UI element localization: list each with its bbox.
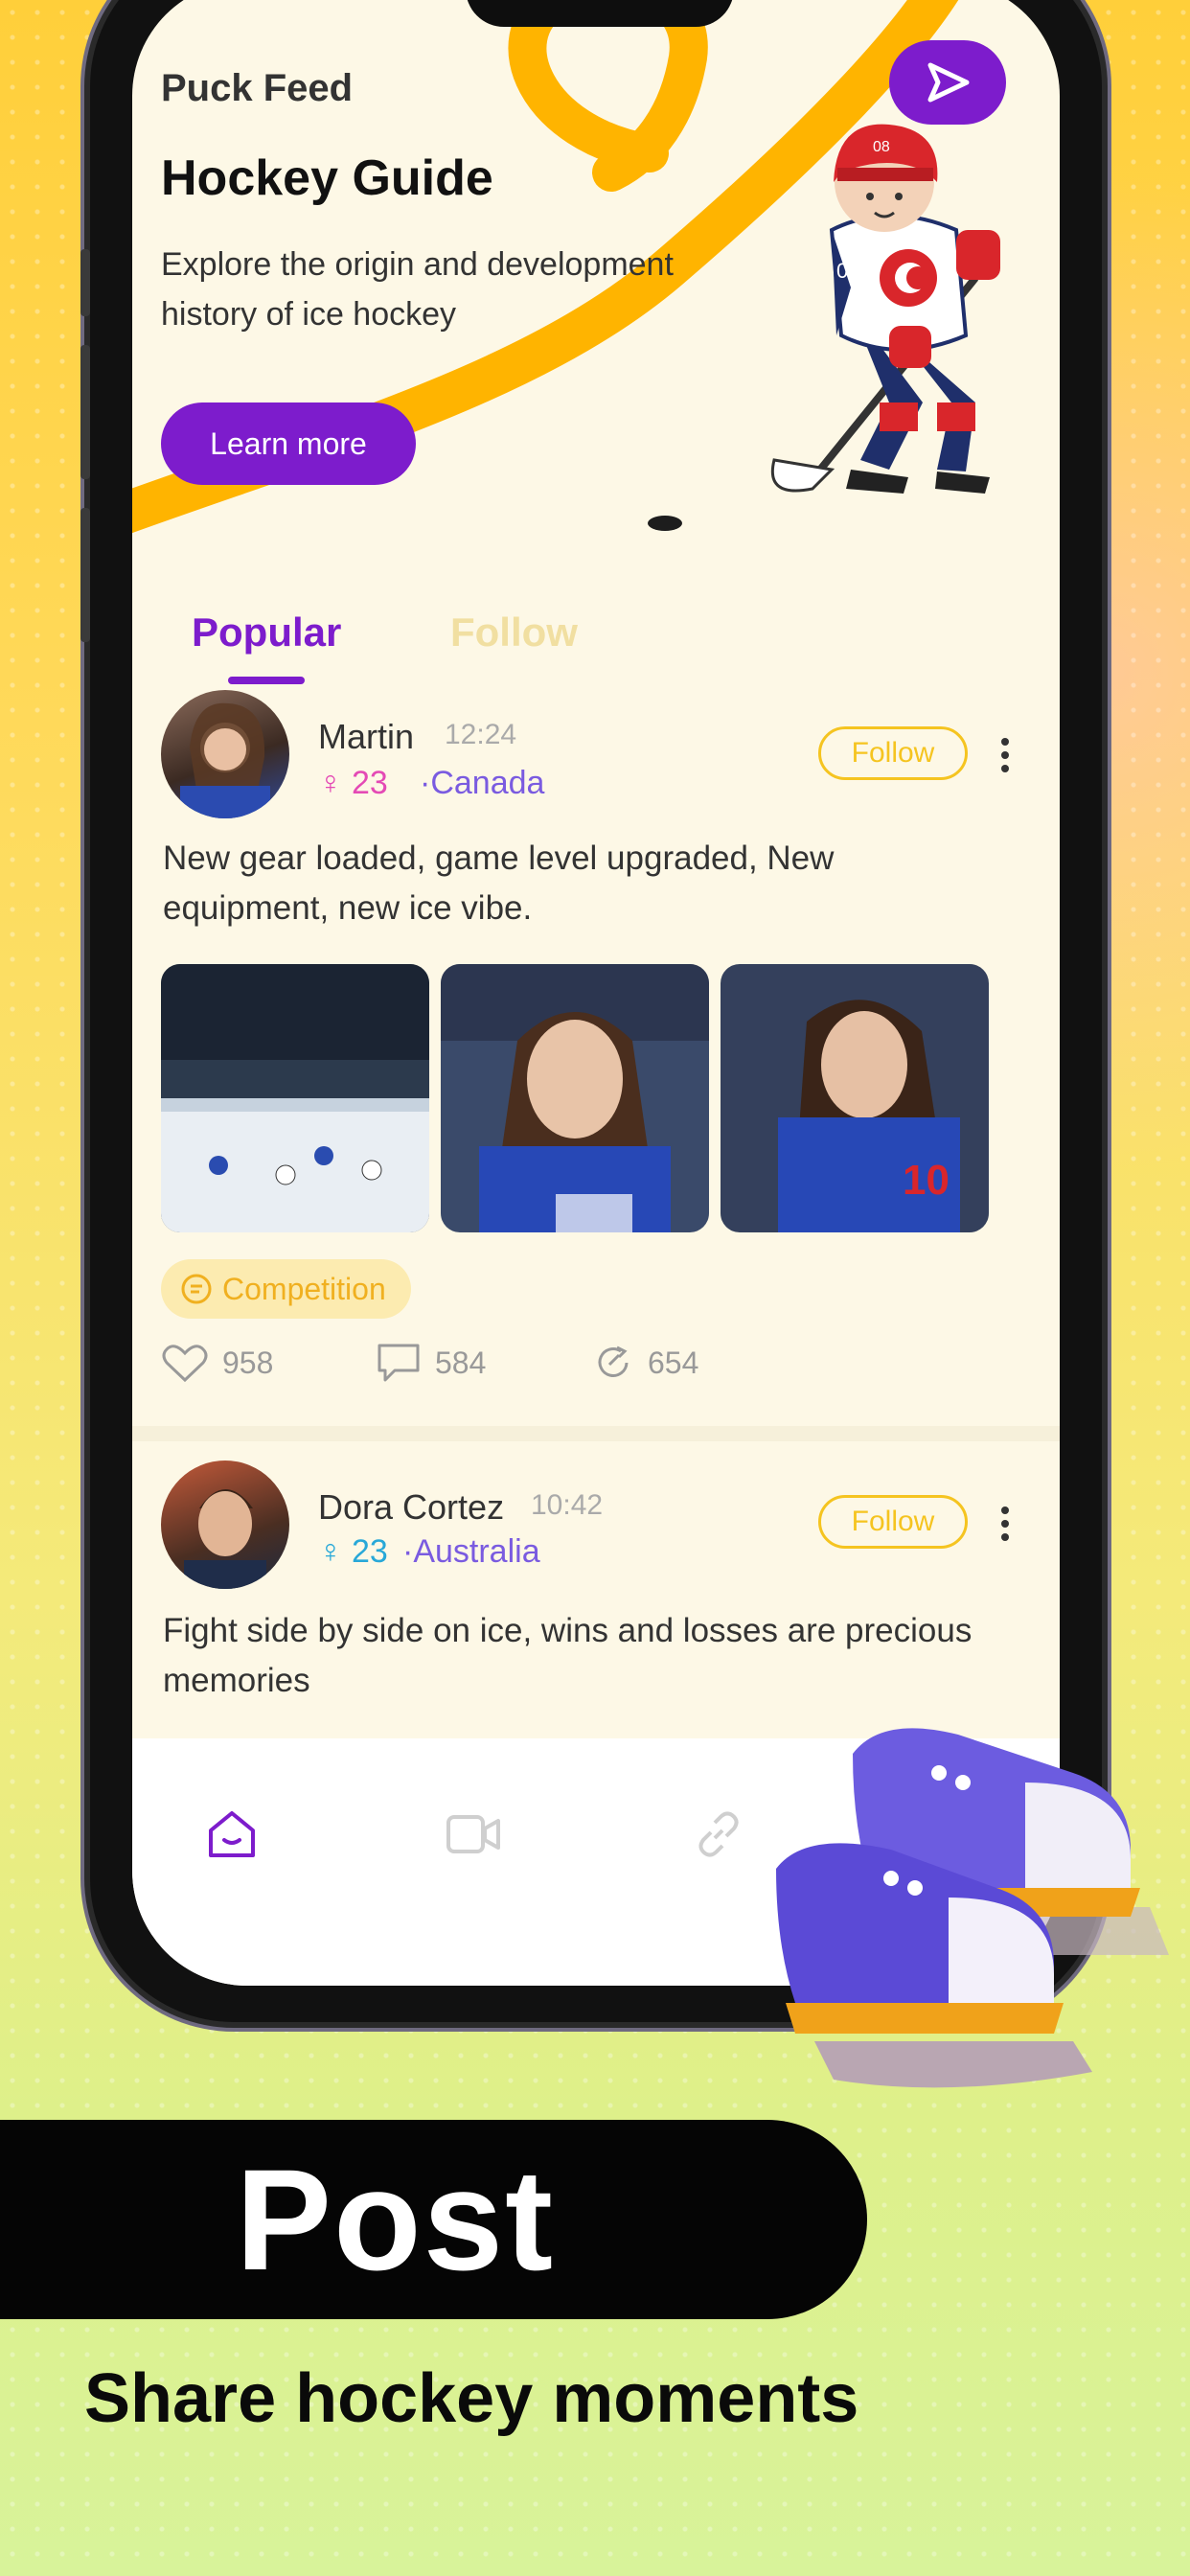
more-options-icon[interactable] (1000, 738, 1010, 778)
ice-skates-illustration (776, 1728, 1169, 2088)
svg-text:10: 10 (903, 1157, 950, 1204)
fan-photo-image: 10 (721, 964, 989, 1232)
post-text: New gear loaded, game level upgraded, Ne… (163, 840, 835, 927)
comment-stat[interactable]: 584 (376, 1342, 592, 1384)
heart-icon (162, 1345, 208, 1383)
comment-icon (378, 1344, 420, 1382)
app-screen: Puck Feed Hockey Guide Explore the origi… (132, 0, 1060, 1986)
post-photo[interactable] (161, 964, 429, 1232)
app-title: Puck Feed (161, 67, 354, 109)
tab-popular[interactable]: Popular (192, 610, 341, 656)
rink-photo-image (161, 964, 429, 1232)
puck (648, 516, 682, 531)
gender-icon: ♀ (318, 1533, 343, 1570)
share-count: 654 (648, 1345, 699, 1380)
tab-follow[interactable]: Follow (450, 610, 578, 656)
topic-icon (181, 1274, 212, 1304)
dynamic-island (466, 0, 734, 27)
post-photo[interactable]: 10 (721, 964, 989, 1232)
follow-button[interactable]: Follow (818, 1495, 968, 1549)
avatar-image (184, 1489, 266, 1589)
country-label: ·Australia (402, 1533, 540, 1570)
avatar[interactable] (161, 690, 289, 818)
gender-age: ♀ 23 (318, 1533, 388, 1571)
follow-button[interactable]: Follow (818, 726, 968, 780)
mute-switch (80, 249, 90, 316)
post-username[interactable]: Martin (318, 717, 414, 757)
post-time: 10:42 (531, 1489, 604, 1521)
share-stat[interactable]: 654 (592, 1342, 698, 1384)
post-text: Fight side by side on ice, wins and loss… (163, 1612, 973, 1699)
more-options-icon[interactable] (1000, 1506, 1010, 1547)
fan-photo-image (441, 964, 709, 1232)
promo-subheadline: Share hockey moments (84, 2360, 859, 2437)
post-photo[interactable] (441, 964, 709, 1232)
post-stats: 958 584 654 (161, 1342, 698, 1384)
post-username[interactable]: Dora Cortez (318, 1487, 504, 1528)
hockey-player-illustration: 08 08 (771, 124, 1000, 494)
active-tab-indicator (228, 677, 305, 684)
promo-headline: Post (235, 2138, 556, 2300)
feed-tabs: Popular Follow (192, 610, 767, 686)
post-time: 12:24 (445, 719, 517, 750)
topic-label: Competition (222, 1271, 386, 1306)
share-icon (598, 1346, 629, 1377)
learn-more-button[interactable]: Learn more (161, 402, 416, 485)
comment-count: 584 (435, 1345, 487, 1380)
avatar-image (180, 702, 270, 818)
promo-headline-banner: Post (0, 2120, 867, 2319)
like-count: 958 (222, 1345, 274, 1380)
banner-description: Explore the origin and development histo… (161, 246, 674, 333)
topic-tag[interactable]: Competition (161, 1259, 411, 1319)
svg-text:08: 08 (836, 259, 859, 283)
female-icon: ♀ (318, 765, 343, 801)
post-divider (132, 1426, 1060, 1441)
country-label: ·Canada (420, 765, 545, 801)
avatar[interactable] (161, 1460, 289, 1589)
banner-title: Hockey Guide (161, 150, 493, 206)
send-icon (927, 62, 970, 103)
post-photos: 10 (161, 964, 989, 1232)
svg-text:08: 08 (873, 139, 890, 155)
home-icon[interactable] (203, 1806, 261, 1863)
gender-age: ♀ 23 (318, 765, 388, 802)
volume-down-button (80, 508, 90, 642)
age-label: 23 (351, 1533, 388, 1570)
like-stat[interactable]: 958 (161, 1342, 376, 1384)
send-button[interactable] (889, 40, 1006, 125)
video-icon[interactable] (445, 1806, 502, 1863)
volume-up-button (80, 345, 90, 479)
age-label: 23 (351, 765, 388, 801)
